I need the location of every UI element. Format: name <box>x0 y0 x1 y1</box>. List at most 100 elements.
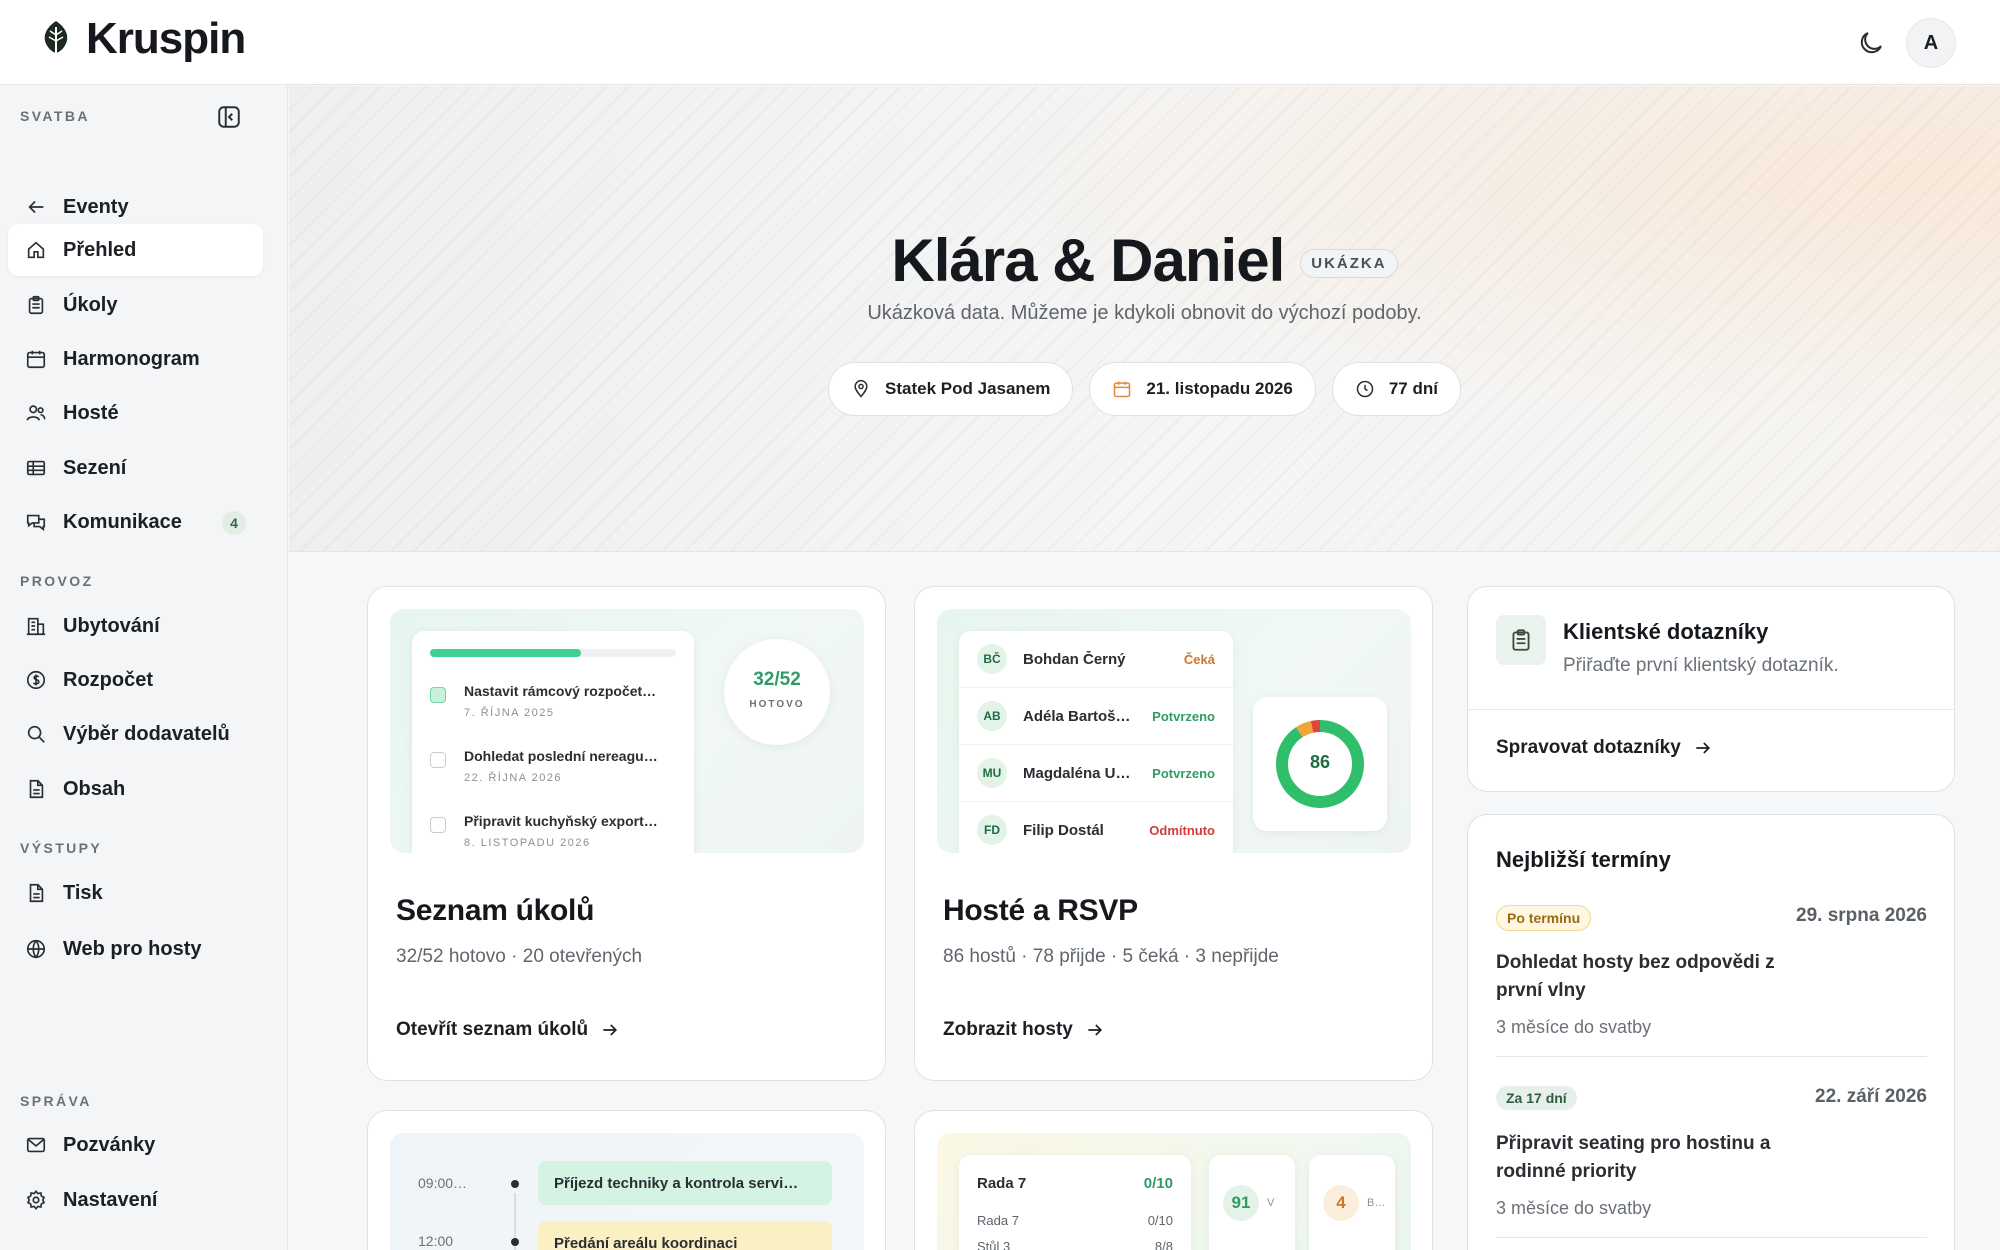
sidebar-item-label: Výběr dodavatelů <box>63 722 230 745</box>
schedule-time: 12:00 <box>418 1233 454 1249</box>
table-name: Rada 7 <box>977 1175 1027 1192</box>
sidebar-item-seating[interactable]: Sezení <box>8 442 263 494</box>
users-icon <box>25 402 47 424</box>
sidebar-item-content[interactable]: Obsah <box>8 763 263 815</box>
table-row-value: 8/8 <box>1154 1239 1173 1250</box>
sidebar-item-label: Sezení <box>63 456 127 479</box>
tasks-preview: Nastavit rámcový rozpočet… 7. ŘÍJNA 2025… <box>390 609 864 853</box>
countdown-chip[interactable]: 77 dní <box>1331 362 1461 416</box>
guest-initials: FD <box>977 815 1007 845</box>
sidebar-item-label: Rozpočet <box>63 668 153 691</box>
sidebar-item-settings[interactable]: Nastavení <box>8 1174 263 1226</box>
document-icon <box>25 778 47 800</box>
task-progress-bar <box>430 649 676 657</box>
task-date: 8. LISTOPADU 2026 <box>464 837 591 849</box>
deadline-date: 29. srpna 2026 <box>1796 905 1927 926</box>
guests-card[interactable]: BČ Bohdan Černý Čeká AB Adéla Bartoš… Po… <box>914 586 1433 1081</box>
building-icon <box>25 615 47 637</box>
task-title: Dohledat poslední nereagu… <box>464 748 658 764</box>
sidebar-item-guests[interactable]: Hosté <box>8 387 263 439</box>
sidebar-item-label: Harmonogram <box>63 347 200 370</box>
task-checkbox[interactable] <box>430 687 446 703</box>
section-label-operations: PROVOZ <box>20 573 94 589</box>
show-guests-link[interactable]: Zobrazit hosty <box>943 1019 1105 1041</box>
section-label-wedding: SVATBA <box>20 108 90 124</box>
table-row-label: Rada 7 <box>977 1213 1019 1228</box>
deadline-meta: 3 měsíce do svatby <box>1496 1198 1652 1218</box>
arrow-right-icon <box>1085 1020 1105 1040</box>
sidebar-item-label: Komunikace <box>63 510 182 533</box>
envelope-icon <box>25 1134 47 1156</box>
event-subtitle: Ukázková data. Můžeme je kdykoli obnovit… <box>867 302 1422 324</box>
stat-label: B… <box>1367 1197 1386 1209</box>
divider <box>1468 709 1954 710</box>
tasks-done-label: HOTOVO <box>749 699 805 710</box>
home-icon <box>25 239 47 261</box>
dark-mode-moon-icon[interactable] <box>1856 28 1886 58</box>
sidebar-item-label: Přehled <box>63 238 137 261</box>
venue-chip[interactable]: Statek Pod Jasanem <box>828 362 1074 416</box>
collapse-sidebar-icon[interactable] <box>216 104 242 130</box>
section-label-outputs: VÝSTUPY <box>20 840 103 856</box>
schedule-event[interactable]: Předání areálu koordinaci <box>538 1221 832 1250</box>
sidebar-item-print[interactable]: Tisk <box>8 867 263 919</box>
timeline-dot <box>511 1238 519 1246</box>
manage-questionnaires-link[interactable]: Spravovat dotazníky <box>1496 737 1713 759</box>
user-avatar[interactable]: A <box>1906 18 1956 68</box>
sidebar-item-tasks[interactable]: Úkoly <box>8 279 263 331</box>
deadline-text: Dohledat hosty bez odpovědi z první vlny <box>1496 952 1775 1001</box>
seating-stat: 91 V <box>1209 1155 1295 1250</box>
arrow-left-icon <box>25 196 47 218</box>
questionnaires-title: Klientské dotazníky <box>1563 619 1769 644</box>
sidebar-item-communication[interactable]: Komunikace 4 <box>8 496 263 548</box>
divider <box>1496 1237 1927 1238</box>
arrow-right-icon <box>600 1020 620 1040</box>
task-title: Připravit kuchyňský export… <box>464 813 658 829</box>
link-label: Spravovat dotazníky <box>1496 737 1681 758</box>
task-checkbox[interactable] <box>430 817 446 833</box>
guest-row[interactable]: FD Filip Dostál Odmítnuto <box>959 802 1233 853</box>
guest-row[interactable]: MU Magdaléna U… Potvrzeno <box>959 745 1233 802</box>
sidebar-item-invitations[interactable]: Pozvánky <box>8 1119 263 1171</box>
guest-row[interactable]: AB Adéla Bartoš… Potvrzeno <box>959 688 1233 745</box>
divider <box>1496 1056 1927 1057</box>
deadlines-card: Nejbližší termíny Po termínu 29. srpna 2… <box>1467 814 1955 1250</box>
open-tasks-link[interactable]: Otevřít seznam úkolů <box>396 1019 620 1041</box>
brand[interactable]: Kruspin <box>40 14 246 64</box>
chat-bubbles-icon <box>25 511 47 533</box>
guest-row[interactable]: BČ Bohdan Černý Čeká <box>959 631 1233 688</box>
deadline-text: Připravit seating pro hostinu a rodinné … <box>1496 1133 1771 1182</box>
guest-name: Bohdan Černý <box>1023 650 1126 668</box>
task-title: Nastavit rámcový rozpočet… <box>464 683 657 699</box>
task-checkbox[interactable] <box>430 752 446 768</box>
deadlines-title: Nejbližší termíny <box>1496 847 1671 872</box>
deadline-item[interactable]: Za 17 dní 22. září 2026 Připravit seatin… <box>1496 1086 1927 1218</box>
schedule-event[interactable]: Příjezd techniky a kontrola servi… <box>538 1161 832 1205</box>
stat-value: 91 <box>1223 1185 1259 1221</box>
demo-tag: UKÁZKA <box>1300 249 1398 278</box>
event-title: Klára & Daniel <box>891 227 1285 294</box>
guest-total: 86 <box>1309 752 1331 772</box>
sidebar-item-website[interactable]: Web pro hosty <box>8 923 263 975</box>
table-occupancy: 0/10 <box>1143 1175 1173 1192</box>
schedule-card[interactable]: 09:00… Příjezd techniky a kontrola servi… <box>367 1110 886 1250</box>
deadline-item[interactable]: Po termínu 29. srpna 2026 Dohledat hosty… <box>1496 905 1927 1037</box>
sidebar-item-label: Web pro hosty <box>63 937 202 960</box>
sidebar-item-accommodation[interactable]: Ubytování <box>8 600 263 652</box>
search-icon <box>25 723 47 745</box>
task-list-panel: Nastavit rámcový rozpočet… 7. ŘÍJNA 2025… <box>412 631 694 853</box>
sidebar-item-budget[interactable]: Rozpočet <box>8 654 263 706</box>
guest-initials: AB <box>977 701 1007 731</box>
guests-preview: BČ Bohdan Černý Čeká AB Adéla Bartoš… Po… <box>937 609 1411 853</box>
card-title: Hosté a RSVP <box>943 894 1138 927</box>
arrow-right-icon <box>1693 738 1713 758</box>
sidebar-item-schedule[interactable]: Harmonogram <box>8 333 263 385</box>
sidebar-item-overview[interactable]: Přehled <box>8 224 263 276</box>
tasks-card[interactable]: Nastavit rámcový rozpočet… 7. ŘÍJNA 2025… <box>367 586 886 1081</box>
sidebar-item-vendors[interactable]: Výběr dodavatelů <box>8 708 263 760</box>
task-date: 22. ŘÍJNA 2026 <box>464 772 563 784</box>
section-label-admin: SPRÁVA <box>20 1093 92 1109</box>
guest-list-panel: BČ Bohdan Černý Čeká AB Adéla Bartoš… Po… <box>959 631 1233 853</box>
seating-card[interactable]: Rada 7 0/10 Rada 7 0/10 Stůl 3 8/8 91 V … <box>914 1110 1433 1250</box>
date-chip[interactable]: 21. listopadu 2026 <box>1089 362 1316 416</box>
